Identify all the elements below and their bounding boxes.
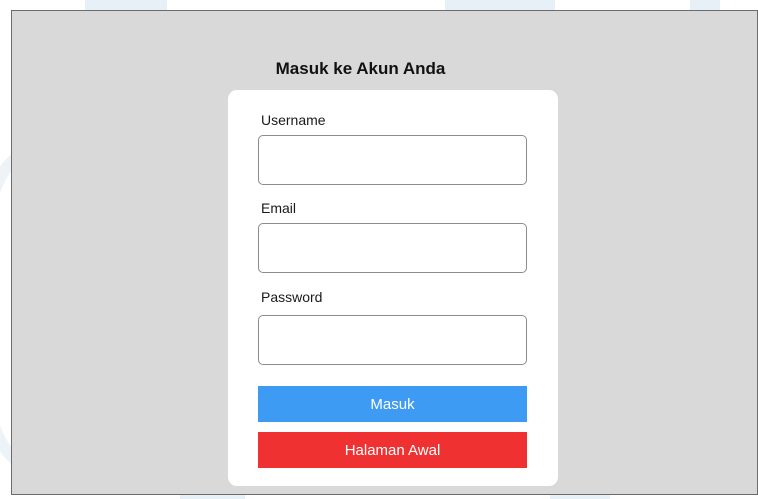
password-input[interactable] xyxy=(258,315,527,365)
email-label: Email xyxy=(261,200,297,216)
username-label: Username xyxy=(261,112,326,128)
home-button[interactable]: Halaman Awal xyxy=(258,432,527,468)
password-label: Password xyxy=(261,289,323,305)
login-button[interactable]: Masuk xyxy=(258,386,527,422)
login-screen: Masuk ke Akun Anda Username Email Passwo… xyxy=(11,10,758,495)
email-input[interactable] xyxy=(258,223,527,273)
login-card: Username Email Password Masuk Halaman Aw… xyxy=(228,90,558,486)
page-title: Masuk ke Akun Anda xyxy=(275,59,446,78)
page: Masuk ke Akun Anda Username Email Passwo… xyxy=(0,0,758,499)
username-input[interactable] xyxy=(258,135,527,185)
